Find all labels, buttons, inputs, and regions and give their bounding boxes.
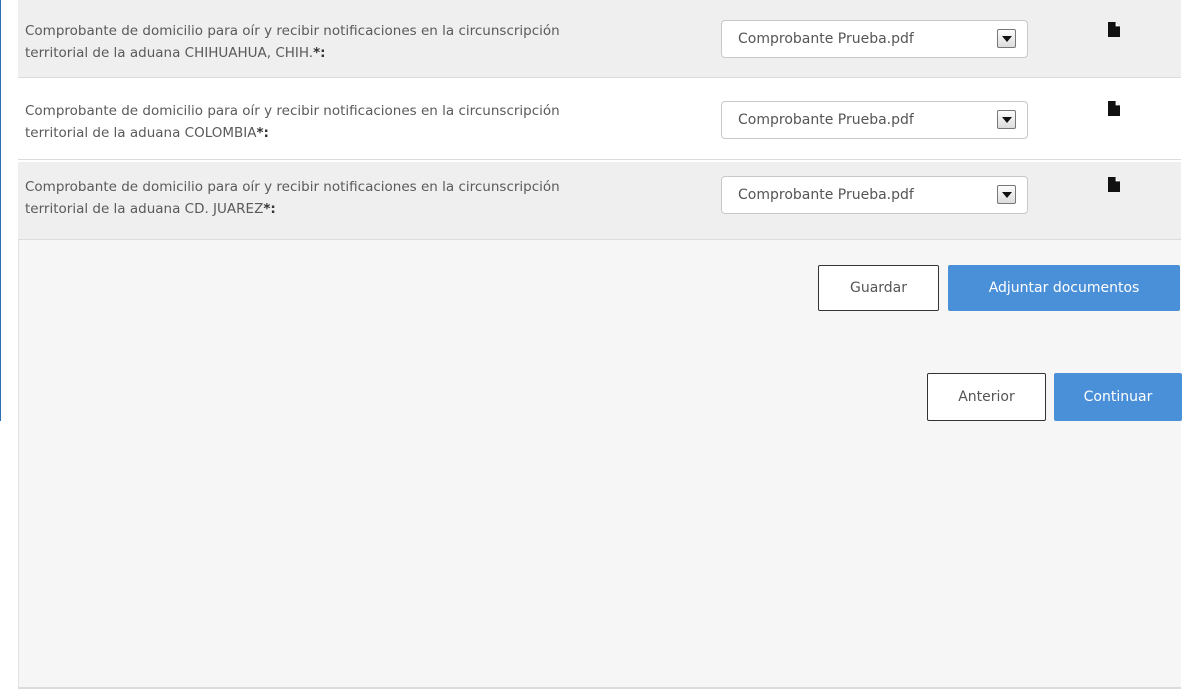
document-row: Comprobante de domicilio para oír y reci… (18, 82, 1181, 160)
selected-file: Comprobante Prueba.pdf (738, 31, 914, 47)
page-frame-border (0, 0, 1, 421)
document-label: Comprobante de domicilio para oír y reci… (25, 100, 705, 144)
selected-file: Comprobante Prueba.pdf (738, 187, 914, 203)
document-file-select[interactable]: Comprobante Prueba.pdf (721, 20, 1028, 58)
chevron-down-icon[interactable] (997, 185, 1016, 204)
document-label: Comprobante de domicilio para oír y reci… (25, 20, 705, 64)
document-label-line2: territorial de la aduana CHIHUAHUA, CHIH… (25, 45, 314, 61)
previous-button[interactable]: Anterior (927, 373, 1046, 421)
file-icon[interactable] (1108, 22, 1120, 37)
required-mark: *: (263, 201, 276, 217)
document-row: Comprobante de domicilio para oír y reci… (18, 162, 1181, 240)
document-file-select[interactable]: Comprobante Prueba.pdf (721, 176, 1028, 214)
file-icon[interactable] (1108, 101, 1120, 116)
selected-file: Comprobante Prueba.pdf (738, 112, 914, 128)
file-icon[interactable] (1108, 177, 1120, 192)
required-mark: *: (313, 45, 326, 61)
document-label-line2: territorial de la aduana COLOMBIA (25, 125, 257, 141)
chevron-down-icon[interactable] (997, 110, 1016, 129)
document-row: Comprobante de domicilio para oír y reci… (18, 0, 1181, 78)
document-label-line1: Comprobante de domicilio para oír y reci… (25, 23, 560, 39)
document-label-line2: territorial de la aduana CD. JUAREZ (25, 201, 264, 217)
document-label-line1: Comprobante de domicilio para oír y reci… (25, 179, 560, 195)
required-mark: *: (256, 125, 269, 141)
continue-button[interactable]: Continuar (1054, 373, 1182, 421)
document-label-line1: Comprobante de domicilio para oír y reci… (25, 103, 560, 119)
footer-panel-visible (18, 240, 1181, 688)
document-label: Comprobante de domicilio para oír y reci… (25, 176, 705, 220)
chevron-down-icon[interactable] (997, 29, 1016, 48)
document-file-select[interactable]: Comprobante Prueba.pdf (721, 101, 1028, 139)
